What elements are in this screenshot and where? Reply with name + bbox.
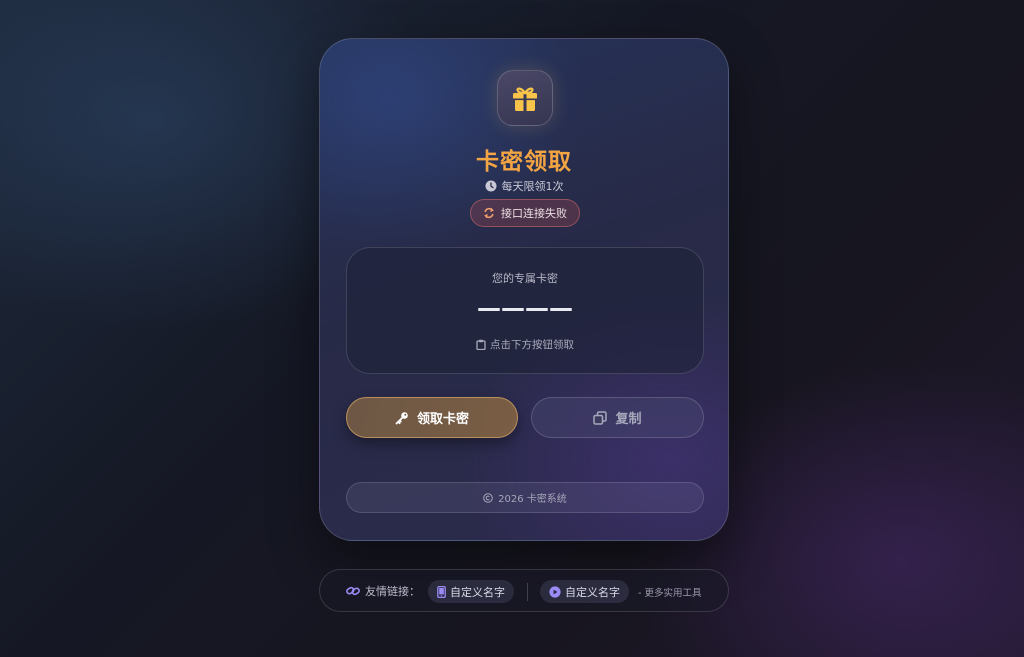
code-hint: 点击下方按钮领取 (347, 337, 703, 352)
friend-links-bar: 友情链接： 自定义名字 自定义名字 - 更多实用工具 (319, 569, 729, 612)
phone-icon (437, 585, 446, 598)
friend-links-label: 友情链接： (346, 583, 420, 599)
footer-text: 2026 卡密系统 (498, 494, 567, 505)
page-title: 卡密领取 (476, 149, 572, 175)
friend-link-2-label: 自定义名字 (565, 585, 620, 599)
card-panel: 卡密领取 每天限领1次 接口连接失败 您的专属卡密 ———— 点击下方按钮领取 … (319, 38, 729, 541)
daily-limit: 每天限领1次 (320, 178, 728, 194)
friend-link-1-label: 自定义名字 (450, 585, 505, 599)
code-panel: 您的专属卡密 ———— 点击下方按钮领取 (346, 247, 704, 374)
key-icon (395, 411, 409, 425)
status-badge: 接口连接失败 (470, 199, 580, 227)
gift-badge (497, 70, 553, 126)
code-hint-text: 点击下方按钮领取 (490, 339, 574, 351)
copyright-icon (483, 492, 493, 503)
get-code-label: 领取卡密 (416, 412, 469, 427)
code-label: 您的专属卡密 (492, 272, 558, 285)
code-value: ———— (477, 294, 573, 322)
copy-label: 复制 (615, 412, 642, 427)
clock-icon (485, 180, 497, 192)
clipboard-icon (476, 339, 486, 350)
friend-link-1[interactable]: 自定义名字 (428, 580, 514, 603)
copy-icon (593, 410, 608, 425)
footer-bar: 2026 卡密系统 (346, 482, 704, 513)
refresh-icon (483, 207, 495, 219)
more-tools-text: - 更多实用工具 (638, 588, 702, 599)
play-circle-icon (549, 585, 561, 598)
links-divider (527, 583, 528, 601)
status-text: 接口连接失败 (501, 207, 567, 220)
gift-icon (508, 81, 542, 115)
daily-limit-text: 每天限领1次 (501, 180, 564, 193)
friend-link-2[interactable]: 自定义名字 (540, 580, 629, 603)
link-icon (346, 585, 360, 597)
copy-button[interactable]: 复制 (531, 397, 704, 438)
friend-links-text: 友情链接： (365, 585, 420, 598)
get-code-button[interactable]: 领取卡密 (346, 397, 518, 438)
